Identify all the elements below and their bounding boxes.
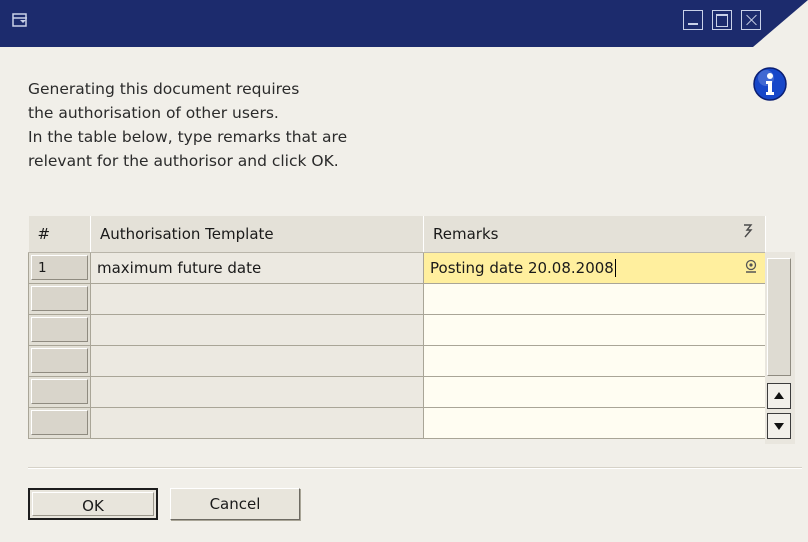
titlebar-corner [753,0,808,47]
remarks-value: Posting date 20.08.2008 [430,258,614,277]
column-header-template[interactable]: Authorisation Template [90,216,424,253]
form-icon[interactable] [12,12,28,28]
remarks-input[interactable] [423,375,766,408]
minimize-button[interactable] [683,10,703,30]
instruction-line: In the table below, type remarks that ar… [28,128,348,146]
row-number-cell[interactable] [28,282,91,315]
scroll-down-button[interactable] [767,413,791,439]
template-cell[interactable] [90,406,424,439]
row-number[interactable] [31,286,88,311]
template-cell[interactable] [90,313,424,346]
remarks-input[interactable] [423,282,766,315]
ok-button-face: OK [32,492,154,516]
instruction-line: relevant for the authorisor and click OK… [28,152,339,170]
authorisation-table: # Authorisation Template Remarks 1 maxim… [28,216,766,439]
remarks-input[interactable] [423,344,766,377]
scroll-up-button[interactable] [767,383,791,409]
text-caret [614,258,616,277]
instruction-line: the authorisation of other users. [28,104,279,122]
scrollbar-thumb[interactable] [767,258,791,376]
ok-button[interactable]: OK [28,488,158,520]
table-row[interactable] [28,313,766,346]
authorisation-dialog: Generating this document requires the au… [0,0,808,542]
table-row[interactable] [28,406,766,439]
table-row[interactable] [28,344,766,377]
row-number-cell[interactable]: 1 [28,251,91,284]
maximize-button[interactable] [712,10,732,30]
template-cell[interactable]: maximum future date [90,251,424,284]
table-row[interactable]: 1 maximum future date Posting date 20.08… [28,251,766,284]
arrow-up-icon [774,392,784,399]
ok-button-label: OK [82,497,104,515]
instruction-text: Generating this document requires the au… [28,77,588,173]
row-number[interactable] [31,317,88,342]
row-number-cell[interactable] [28,375,91,408]
info-icon [753,67,787,101]
column-header-remarks[interactable]: Remarks [423,216,766,253]
title-bar [0,0,808,47]
table-scrollbar[interactable] [765,252,795,444]
template-cell[interactable] [90,344,424,377]
divider [28,467,802,469]
row-number-cell[interactable] [28,344,91,377]
arrow-down-icon [774,423,784,430]
row-number[interactable]: 1 [31,255,88,280]
row-number-cell[interactable] [28,406,91,439]
template-cell[interactable] [90,375,424,408]
remarks-input[interactable] [423,313,766,346]
table-row[interactable] [28,282,766,315]
row-number-cell[interactable] [28,313,91,346]
row-number[interactable] [31,410,88,435]
link-arrow-icon[interactable] [741,223,755,239]
instruction-line: Generating this document requires [28,80,300,98]
lookup-icon[interactable] [743,259,759,275]
remarks-input[interactable]: Posting date 20.08.2008 [423,251,766,284]
template-cell[interactable] [90,282,424,315]
row-number[interactable] [31,348,88,373]
column-header-num[interactable]: # [28,216,91,253]
row-number[interactable] [31,379,88,404]
remarks-input[interactable] [423,406,766,439]
column-header-remarks-label: Remarks [433,224,499,243]
table-row[interactable] [28,375,766,408]
cancel-button[interactable]: Cancel [170,488,300,520]
